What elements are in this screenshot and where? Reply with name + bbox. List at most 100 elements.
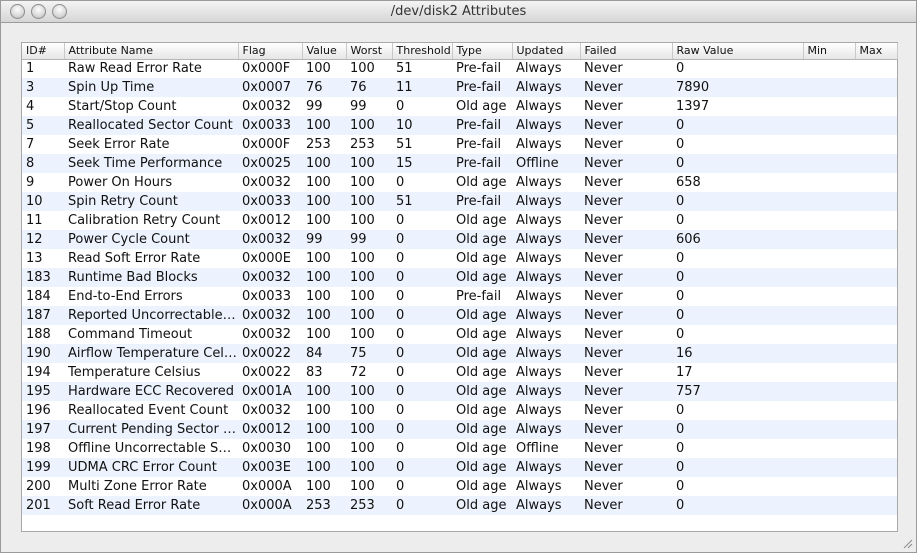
cell-id: 3 — [22, 78, 64, 97]
cell-raw-value: 0 — [676, 327, 685, 342]
cell-raw-value: 7890 — [672, 78, 803, 97]
cell-value: 100 — [306, 251, 331, 266]
cell-threshold: 0 — [392, 420, 452, 439]
table-row[interactable]: 10 Spin Retry Count 0x0033 100 100 51 Pre-fail… — [22, 192, 897, 211]
cell-attribute-name: Spin Up Time — [64, 78, 238, 97]
cell-min — [803, 268, 855, 287]
cell-id: 13 — [26, 251, 43, 266]
column-header-attribute-name[interactable]: Attribute Name — [64, 43, 239, 60]
table-row[interactable]: 12 Power Cycle Count 0x0032 99 99 0 Old age Alw… — [22, 230, 897, 249]
cell-updated: Always — [512, 306, 580, 325]
table-row[interactable]: 1 Raw Read Error Rate 0x000F 100 100 51 Pre-fa… — [22, 59, 897, 78]
table-row[interactable]: 184 End-to-End Errors 0x0033 100 100 0 Pre-fai… — [22, 287, 897, 306]
column-header-flag[interactable]: Flag — [238, 43, 303, 60]
table-row[interactable]: 8 Seek Time Performance 0x0025 100 100 15 Pre-… — [22, 154, 897, 173]
cell-threshold: 0 — [392, 458, 452, 477]
cell-value: 100 — [302, 192, 346, 211]
cell-updated: Offline — [512, 154, 580, 173]
column-header-min[interactable]: Min — [803, 43, 856, 60]
cell-raw-value: 0 — [676, 441, 685, 456]
cell-worst: 100 — [346, 458, 392, 477]
column-header-raw-value[interactable]: Raw Value — [672, 43, 804, 60]
column-header-id[interactable]: ID# — [22, 43, 65, 60]
cell-id: 199 — [22, 458, 64, 477]
table-row[interactable]: 11 Calibration Retry Count 0x0012 100 100 0 Ol… — [22, 211, 897, 230]
column-header-updated[interactable]: Updated — [512, 43, 581, 60]
table-row[interactable]: 195 Hardware ECC Recovered 0x001A 100 100 0 Ol… — [22, 382, 897, 401]
cell-failed: Never — [580, 382, 672, 401]
cell-type: Old age — [456, 327, 507, 342]
cell-updated: Always — [516, 99, 562, 114]
cell-threshold: 0 — [392, 344, 452, 363]
cell-failed: Never — [584, 99, 623, 114]
cell-id: 7 — [26, 137, 35, 152]
cell-updated: Always — [516, 327, 562, 342]
column-header-max[interactable]: Max — [855, 43, 898, 60]
cell-worst: 72 — [350, 365, 367, 380]
table-row[interactable]: 5 Reallocated Sector Count 0x0033 100 100 10 P… — [22, 116, 897, 135]
table-row[interactable]: 4 Start/Stop Count 0x0032 99 99 0 Old age Alway… — [22, 97, 897, 116]
table-row[interactable]: 201 Soft Read Error Rate 0x000A 253 253 0 Old … — [22, 496, 897, 515]
cell-updated: Always — [512, 420, 580, 439]
table-row[interactable]: 187 Reported Uncorrectable … 0x0032 100 100 0… — [22, 306, 897, 325]
cell-failed: Never — [584, 365, 623, 380]
table-row[interactable]: 198 Offline Uncorrectable Se… 0x0030 100 100… — [22, 439, 897, 458]
cell-flag: 0x0022 — [238, 344, 302, 363]
table-row[interactable]: 3 Spin Up Time 0x0007 76 76 11 Pre-fail Always N… — [22, 78, 897, 97]
table-row[interactable]: 196 Reallocated Event Count 0x0032 100 100 0 O… — [22, 401, 897, 420]
cell-id: 184 — [26, 289, 51, 304]
cell-flag: 0x003E — [238, 458, 302, 477]
cell-max — [855, 230, 897, 249]
table-row[interactable]: 190 Airflow Temperature Cel… 0x0022 84 75 0 Ol… — [22, 344, 897, 363]
resize-grip-icon[interactable] — [901, 537, 913, 549]
cell-attribute-name: Command Timeout — [68, 327, 193, 342]
cell-threshold: 0 — [396, 365, 405, 380]
table-row[interactable]: 199 UDMA CRC Error Count 0x003E 100 100 0 Old … — [22, 458, 897, 477]
column-header-worst[interactable]: Worst — [346, 43, 393, 60]
table-row[interactable]: 200 Multi Zone Error Rate 0x000A 100 100 0 Old… — [22, 477, 897, 496]
cell-raw-value: 0 — [672, 306, 803, 325]
cell-max — [855, 496, 897, 515]
cell-value: 100 — [302, 382, 346, 401]
table-row[interactable]: 183 Runtime Bad Blocks 0x0032 100 100 0 Old ag… — [22, 268, 897, 287]
cell-value: 100 — [306, 479, 331, 494]
cell-failed: Never — [584, 289, 623, 304]
cell-worst: 99 — [346, 230, 392, 249]
cell-max — [855, 477, 897, 496]
cell-id: 188 — [26, 327, 51, 342]
table-row[interactable]: 197 Current Pending Sector … 0x0012 100 100 0… — [22, 420, 897, 439]
column-header-type[interactable]: Type — [452, 43, 513, 60]
cell-worst: 100 — [350, 441, 375, 456]
cell-flag: 0x000A — [238, 496, 302, 515]
cell-id: 194 — [26, 365, 51, 380]
cell-raw-value: 0 — [676, 251, 685, 266]
cell-min — [803, 458, 855, 477]
cell-attribute-name: Power On Hours — [68, 175, 173, 190]
column-header-failed[interactable]: Failed — [580, 43, 673, 60]
cell-min — [803, 173, 855, 192]
cell-max — [855, 173, 897, 192]
cell-attribute-name: Reallocated Sector Count — [64, 116, 238, 135]
cell-threshold: 0 — [396, 441, 405, 456]
cell-max — [855, 78, 897, 97]
title-bar[interactable]: /dev/disk2 Attributes — [1, 1, 916, 23]
table-row[interactable]: 188 Command Timeout 0x0032 100 100 0 Old age Al… — [22, 325, 897, 344]
cell-worst: 100 — [350, 289, 375, 304]
cell-failed: Never — [584, 479, 623, 494]
cell-worst: 100 — [346, 154, 392, 173]
cell-flag: 0x0032 — [242, 175, 292, 190]
column-header-threshold[interactable]: Threshold — [392, 43, 453, 60]
column-header-value[interactable]: Value — [302, 43, 347, 60]
cell-min — [803, 230, 855, 249]
table-row[interactable]: 9 Power On Hours 0x0032 100 100 0 Old age Alway… — [22, 173, 897, 192]
cell-min — [803, 439, 855, 458]
table-row[interactable]: 194 Temperature Celsius 0x0022 83 72 0 Old age… — [22, 363, 897, 382]
cell-attribute-name: Hardware ECC Recovered — [64, 382, 238, 401]
cell-updated: Always — [516, 403, 562, 418]
cell-max — [855, 192, 897, 211]
cell-flag: 0x0033 — [238, 192, 302, 211]
cell-max — [855, 401, 897, 420]
table-row[interactable]: 13 Read Soft Error Rate 0x000E 100 100 0 Old a… — [22, 249, 897, 268]
table-row[interactable]: 7 Seek Error Rate 0x000F 253 253 51 Pre-fail Al… — [22, 135, 897, 154]
cell-updated: Always — [512, 458, 580, 477]
